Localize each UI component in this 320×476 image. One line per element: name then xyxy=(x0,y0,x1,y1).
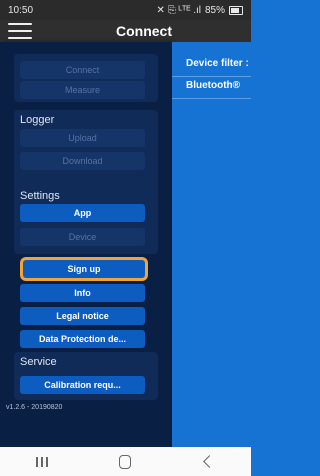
connect-button[interactable]: Connect xyxy=(20,61,145,79)
device-settings-button[interactable]: Device xyxy=(20,228,145,246)
upload-button[interactable]: Upload xyxy=(20,129,145,147)
version-text: v1.2.6 - 20190820 xyxy=(6,404,63,411)
recents-icon xyxy=(35,456,48,467)
bluetooth-filter[interactable]: Bluetooth® xyxy=(186,80,240,91)
settings-label: Settings xyxy=(20,190,60,202)
service-label: Service xyxy=(20,356,57,368)
connect-content-area: Device filter : Bluetooth® xyxy=(172,42,251,447)
divider xyxy=(172,76,251,77)
info-button[interactable]: Info xyxy=(20,284,145,302)
logger-label: Logger xyxy=(20,114,55,126)
home-icon xyxy=(119,454,132,469)
back-icon xyxy=(202,455,216,468)
battery-icon xyxy=(229,5,243,15)
status-icons: ✕ ⎘ ᴸᵀᴱ .ıl 85% xyxy=(157,5,243,16)
device-filter-label: Device filter : xyxy=(186,58,249,69)
data-protection-button[interactable]: Data Protection de... xyxy=(20,330,145,348)
navigation-drawer: Connect Measure Logger Upload Download S… xyxy=(0,42,172,447)
battery-percent: 85% xyxy=(204,4,225,16)
divider xyxy=(172,98,251,99)
phone-screen: 10:50 ✕ ⎘ ᴸᵀᴱ .ıl 85% Connect Connect Me… xyxy=(0,0,251,476)
status-time: 10:50 xyxy=(8,4,34,16)
download-button[interactable]: Download xyxy=(20,152,145,170)
legal-notice-button[interactable]: Legal notice xyxy=(20,307,145,325)
measure-button[interactable]: Measure xyxy=(20,81,145,99)
home-button[interactable] xyxy=(105,452,145,472)
back-button[interactable] xyxy=(189,452,229,472)
app-bar: Connect xyxy=(0,20,251,42)
recents-button[interactable] xyxy=(22,452,62,472)
calibration-request-button[interactable]: Calibration requ... xyxy=(20,376,145,394)
signal-icons: ✕ ⎘ ᴸᵀᴱ .ıl xyxy=(156,4,201,16)
signup-button[interactable]: Sign up xyxy=(23,260,145,278)
app-settings-button[interactable]: App xyxy=(20,204,145,222)
status-bar: 10:50 ✕ ⎘ ᴸᵀᴱ .ıl 85% xyxy=(0,0,251,20)
system-navigation-bar xyxy=(0,447,251,476)
app-title: Connect xyxy=(116,23,172,39)
